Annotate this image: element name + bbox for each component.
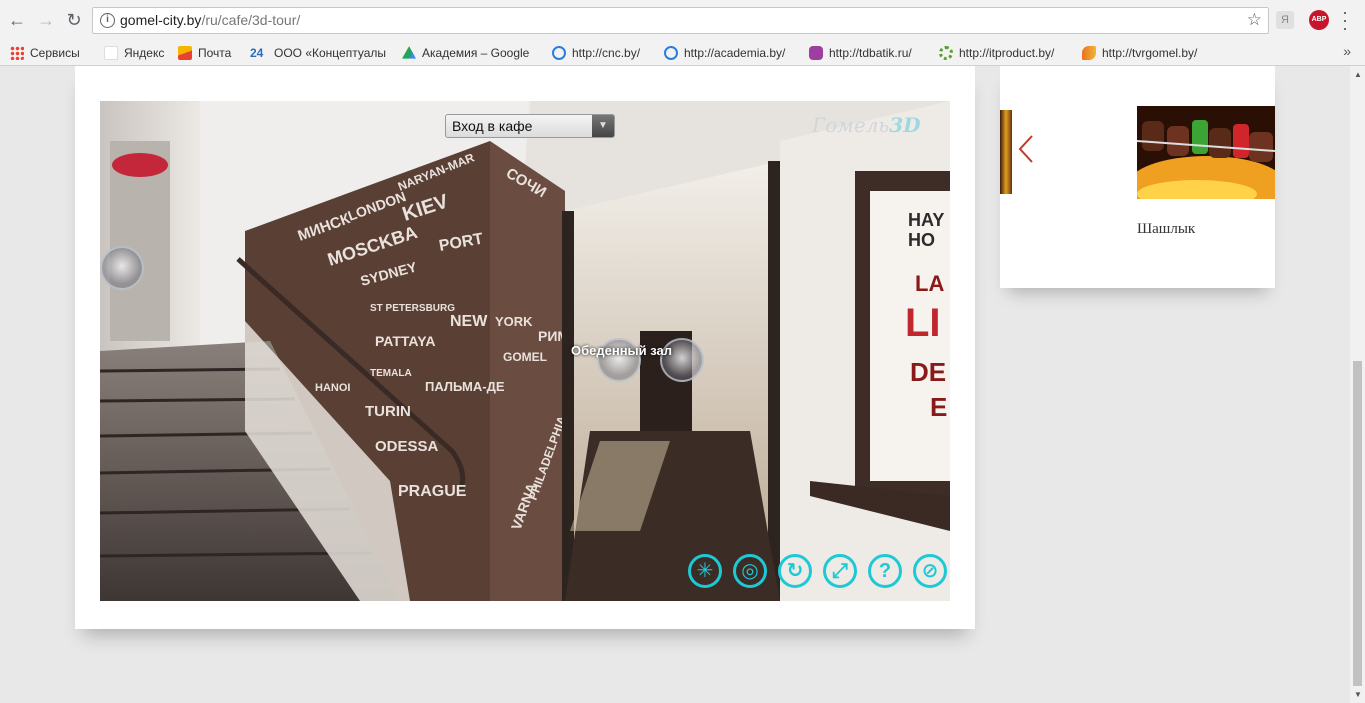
rotate-control-icon[interactable]: ↻ [778,554,812,588]
mail-icon [178,46,192,60]
apps-grid-icon [10,46,24,60]
svg-text:LI: LI [905,301,941,345]
site-24-icon: 24 [250,46,264,60]
svg-text:HO: HO [908,230,935,250]
bookmark-services[interactable]: Сервисы [10,44,80,62]
svg-text:TURIN: TURIN [365,403,411,420]
hide-hotspots-control-icon[interactable]: ⊘ [913,554,947,588]
help-control-icon[interactable]: ? [868,554,902,588]
svg-text:ST PETERSBURG: ST PETERSBURG [370,303,455,314]
batik-icon [809,46,823,60]
hotspot-left[interactable] [100,246,144,290]
brand-logo: Гомель3D [812,113,921,137]
scroll-down-icon[interactable]: ▼ [1354,690,1362,699]
svg-text:ПАЛЬМА-ДЕ: ПАЛЬМА-ДЕ [425,379,505,394]
chevron-down-icon[interactable]: ▼ [592,115,614,137]
hotspot-label-dining-hall[interactable]: Обеденный зал [571,343,672,358]
bookmark-tdbatik[interactable]: http://tdbatik.ru/ [809,44,912,62]
dish-image-shashlik[interactable] [1137,106,1275,199]
svg-text:DE: DE [910,357,946,387]
bookmark-academy-google[interactable]: Академия – Google [402,44,529,62]
svg-text:PRAGUE: PRAGUE [398,483,467,500]
bookmark-academia[interactable]: http://academia.by/ [664,44,785,62]
tour-card: NARYAN-MAR LONDON KIEV МИНСК MOSCKBA SYD… [75,66,975,629]
browser-toolbar: ← → ↻ i gomel-city.by/ru/cafe/3d-tour/ ☆… [0,0,1365,40]
svg-text:PATTAYA: PATTAYA [375,333,435,349]
gear-green-icon [939,46,953,60]
svg-text:ODESSA: ODESSA [375,438,439,455]
dish-caption: Шашлык [1137,221,1196,237]
google-drive-icon [402,46,416,59]
panorama-viewer[interactable]: NARYAN-MAR LONDON KIEV МИНСК MOSCKBA SYD… [100,101,950,601]
bookmark-tvrgomel[interactable]: http://tvrgomel.by/ [1082,44,1197,62]
address-bar[interactable]: i gomel-city.by/ru/cafe/3d-tour/ ☆ [92,7,1269,34]
svg-text:E: E [930,392,947,422]
svg-text:ТЕМАLA: ТЕМАLA [370,368,412,379]
svg-text:HAY: HAY [908,210,944,230]
scene-select[interactable]: Вход в кафе ▼ [445,114,615,138]
site-swirl-icon [552,46,566,60]
site-swirl-icon [664,46,678,60]
scene-select-value: Вход в кафе [452,118,533,134]
reload-button[interactable]: ↻ [63,9,85,31]
svg-text:GOMEL: GOMEL [503,350,547,364]
back-button[interactable]: ← [6,9,28,31]
scroll-thumb[interactable] [1353,361,1362,686]
yandex-extension-icon[interactable]: Я [1276,11,1294,29]
autorotate-control-icon[interactable]: ✳ [688,554,722,588]
forward-button[interactable]: → [35,9,57,31]
bookmark-yandex[interactable]: Яндекс [104,44,164,62]
scroll-up-icon[interactable]: ▲ [1354,70,1362,79]
gyro-control-icon[interactable]: ◎ [733,554,767,588]
tvr-icon [1082,46,1096,60]
url-text[interactable]: gomel-city.by/ru/cafe/3d-tour/ [120,12,300,28]
page-content: NARYAN-MAR LONDON KIEV МИНСК MOSCKBA SYD… [0,66,1350,703]
bookmark-mail[interactable]: Почта [178,44,231,62]
bookmark-concept[interactable]: 24 ООО «Концептуалы [250,44,386,62]
bookmark-star-icon[interactable]: ☆ [1247,10,1262,30]
svg-text:LA: LA [915,271,944,296]
panorama-image[interactable]: NARYAN-MAR LONDON KIEV МИНСК MOSCKBA SYD… [100,101,950,601]
browser-menu-icon[interactable]: · · · [1342,3,1348,37]
previous-dish-image[interactable] [1000,110,1012,194]
chevron-left-icon[interactable] [1018,134,1034,164]
page-scrollbar[interactable]: ▲ ▼ [1350,66,1365,703]
svg-text:YORK: YORK [495,314,533,329]
yandex-icon [104,46,118,60]
fullscreen-control-icon[interactable]: ⤢ [823,554,857,588]
bookmark-cnc[interactable]: http://cnc.by/ [552,44,640,62]
bookmarks-more-button[interactable]: » [1343,43,1351,59]
bookmark-itproduct[interactable]: http://itproduct.by/ [939,44,1054,62]
svg-text:HANOI: HANOI [315,382,350,394]
svg-text:NEW: NEW [450,313,488,330]
bookmarks-bar: Сервисы Яндекс Почта 24 ООО «Концептуалы… [0,40,1365,66]
site-info-icon[interactable]: i [100,13,115,28]
menu-carousel-card [1000,66,1275,288]
adblock-plus-icon[interactable]: ABP [1309,10,1329,30]
